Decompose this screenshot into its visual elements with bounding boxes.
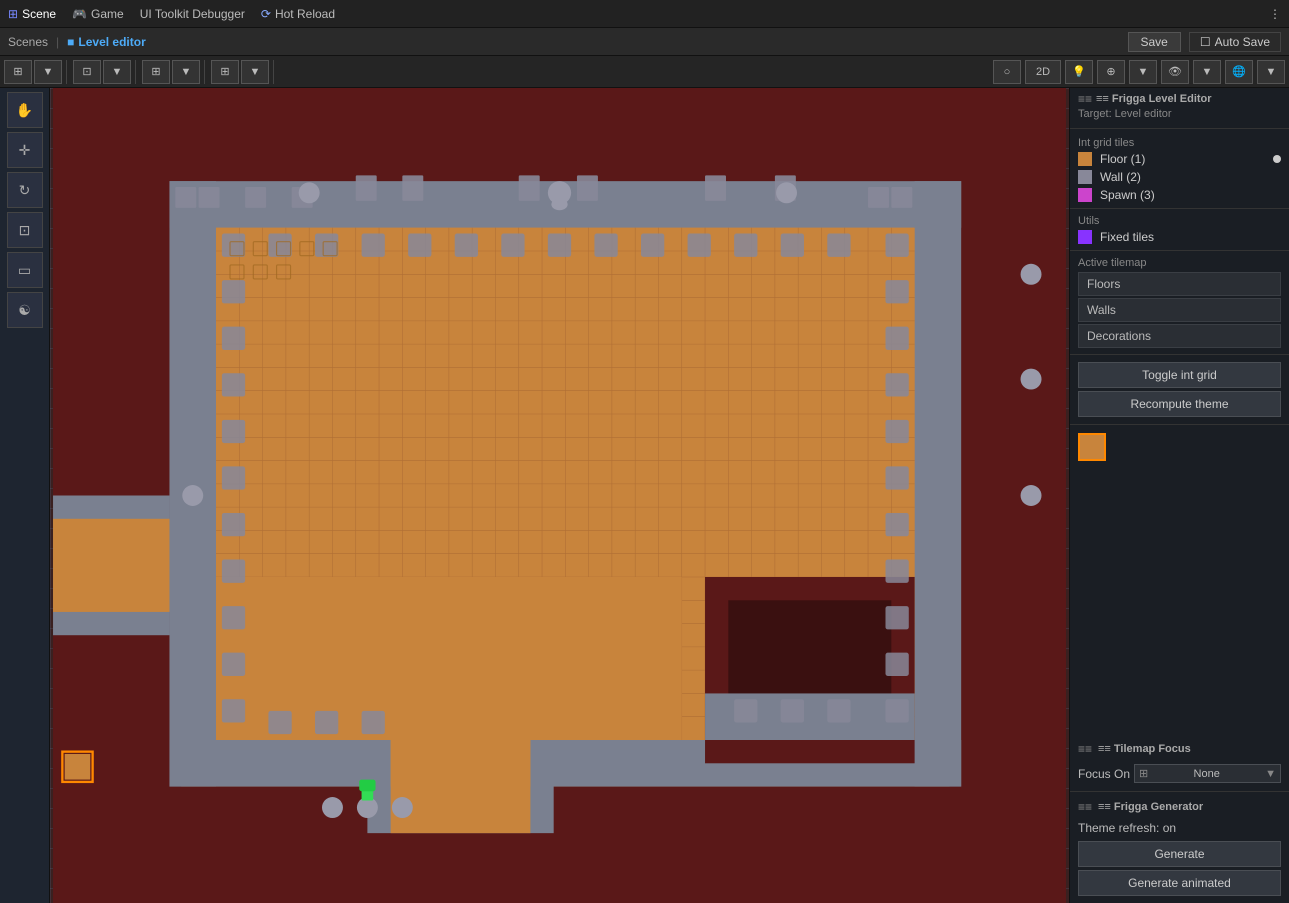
divider-1: [1070, 128, 1289, 129]
frigga-generator-header: ≡≡ ≡≡ Frigga Generator: [1070, 796, 1289, 818]
main-content: ✋ ✛ ↻ ⊡ ▭ ☯: [0, 88, 1289, 903]
menu-item-hot-reload[interactable]: ⟳ Hot Reload: [261, 7, 335, 21]
toolbar-btn-4[interactable]: ▼: [103, 60, 131, 84]
menu-item-game[interactable]: 🎮 Game: [72, 7, 124, 21]
tile-spawn[interactable]: Spawn (3): [1070, 186, 1289, 204]
focus-on-label: Focus On: [1078, 767, 1130, 781]
menu-item-more[interactable]: ⋮: [1269, 7, 1281, 21]
level-editor-icon: ■: [67, 35, 74, 49]
recompute-theme-btn[interactable]: Recompute theme: [1078, 391, 1281, 417]
fixed-tiles-label: Fixed tiles: [1100, 230, 1154, 244]
tool-rotate[interactable]: ↻: [7, 172, 43, 208]
autosave-button[interactable]: ☐ Auto Save: [1189, 32, 1281, 52]
focus-on-row: Focus On ⊞ None ▼: [1070, 760, 1289, 787]
active-tile-indicator: [1273, 155, 1281, 163]
toolbar-group-1: ⊞ ▼: [4, 60, 67, 84]
menu-item-ui-toolkit[interactable]: UI Toolkit Debugger: [140, 7, 245, 21]
toolbar-btn-7[interactable]: ⊞: [211, 60, 239, 84]
toolbar: ⊞ ▼ ⊡ ▼ ⊞ ▼ ⊞ ▼ ○ 2D 💡 ⊕ ▼ 👁 ▼ 🌐 ▼: [0, 56, 1289, 88]
active-tilemap-label: Active tilemap: [1070, 255, 1289, 270]
tilemap-focus-header: ≡≡ ≡≡ Tilemap Focus: [1070, 738, 1289, 760]
toolbar-btn-1[interactable]: ⊞: [4, 60, 32, 84]
generator-panel-icon: ≡≡: [1078, 800, 1092, 814]
panel-icon: ≡≡: [1078, 92, 1092, 106]
dungeon-map[interactable]: [50, 88, 1069, 903]
toolbar-btn-3[interactable]: ⊡: [73, 60, 101, 84]
selected-tile-preview-area: [1070, 425, 1289, 485]
toolbar-btn-2[interactable]: ▼: [34, 60, 62, 84]
toolbar-target-btn[interactable]: ⊕: [1097, 60, 1125, 84]
frigga-title: ≡≡ ≡≡ Frigga Level Editor: [1078, 92, 1281, 106]
toolbar-circle-btn[interactable]: ○: [993, 60, 1021, 84]
toolbar-eye-btn[interactable]: 👁: [1161, 60, 1189, 84]
toolbar-group-4: ⊞ ▼: [211, 60, 274, 84]
viewport[interactable]: ↖: [50, 88, 1069, 903]
panel-spacer: [1070, 485, 1289, 734]
focus-dropdown[interactable]: ⊞ None ▼: [1134, 764, 1281, 783]
tool-rect[interactable]: ▭: [7, 252, 43, 288]
toolbar-layers-btn[interactable]: ▼: [1129, 60, 1157, 84]
focus-panel-icon: ≡≡: [1078, 742, 1092, 756]
tilemap-floors-btn[interactable]: Floors: [1078, 272, 1281, 296]
selected-tile-preview: [1078, 433, 1106, 461]
level-editor-breadcrumb: ■ Level editor: [67, 35, 146, 49]
toolbar-globe-down-btn[interactable]: ▼: [1257, 60, 1285, 84]
toolbar-view-btn[interactable]: ▼: [1193, 60, 1221, 84]
left-tools-panel: ✋ ✛ ↻ ⊡ ▭ ☯: [0, 88, 50, 903]
spawn-label: Spawn (3): [1100, 188, 1281, 202]
tile-floor[interactable]: Floor (1): [1070, 150, 1289, 168]
fixed-tiles-swatch: [1078, 230, 1092, 244]
menu-item-scene[interactable]: ⊞ Scene: [8, 7, 56, 21]
utils-section: Utils Fixed tiles: [1070, 209, 1289, 251]
chevron-down-icon: ▼: [1265, 768, 1276, 780]
toolbar-group-2: ⊡ ▼: [73, 60, 136, 84]
toolbar-btn-5[interactable]: ⊞: [142, 60, 170, 84]
frigga-editor-header: ≡≡ ≡≡ Frigga Level Editor Target: Level …: [1070, 88, 1289, 126]
tool-hand[interactable]: ✋: [7, 92, 43, 128]
breadcrumb-sep: |: [56, 35, 59, 49]
right-panel: ≡≡ ≡≡ Frigga Level Editor Target: Level …: [1069, 88, 1289, 903]
more-icon: ⋮: [1269, 7, 1281, 21]
frigga-generator-section: ≡≡ ≡≡ Frigga Generator Theme refresh: on…: [1070, 792, 1289, 903]
tool-move[interactable]: ✛: [7, 132, 43, 168]
toolbar-right: ○ 2D 💡 ⊕ ▼ 👁 ▼ 🌐 ▼: [993, 60, 1285, 84]
tool-custom[interactable]: ☯: [7, 292, 43, 328]
toolbar-2d-btn[interactable]: 2D: [1025, 60, 1061, 84]
toolbar-light-btn[interactable]: 💡: [1065, 60, 1093, 84]
tilemap-decorations-btn[interactable]: Decorations: [1078, 324, 1281, 348]
fixed-tiles-item[interactable]: Fixed tiles: [1070, 228, 1289, 246]
floor-color-swatch: [1078, 152, 1092, 166]
theme-refresh-row: Theme refresh: on: [1070, 818, 1289, 838]
action-buttons-section: Toggle int grid Recompute theme: [1070, 355, 1289, 425]
toolbar-group-3: ⊞ ▼: [142, 60, 205, 84]
save-button[interactable]: Save: [1128, 32, 1181, 52]
toolbar-btn-6[interactable]: ▼: [172, 60, 200, 84]
breadcrumb-bar: Scenes | ■ Level editor Save ☐ Auto Save: [0, 28, 1289, 56]
spawn-color-swatch: [1078, 188, 1092, 202]
reload-icon: ⟳: [261, 7, 271, 21]
generate-btn[interactable]: Generate: [1078, 841, 1281, 867]
tilemap-focus-section: ≡≡ ≡≡ Tilemap Focus Focus On ⊞ None ▼: [1070, 734, 1289, 792]
tile-wall[interactable]: Wall (2): [1070, 168, 1289, 186]
scenes-link[interactable]: Scenes: [8, 35, 48, 49]
wall-color-swatch: [1078, 170, 1092, 184]
int-grid-tiles-section: Int grid tiles Floor (1) Wall (2) Spawn …: [1070, 131, 1289, 209]
scene-grid-icon: ⊞: [8, 7, 18, 21]
tilemap-walls-btn[interactable]: Walls: [1078, 298, 1281, 322]
int-grid-label: Int grid tiles: [1070, 135, 1289, 150]
toolbar-btn-8[interactable]: ▼: [241, 60, 269, 84]
toggle-int-grid-btn[interactable]: Toggle int grid: [1078, 362, 1281, 388]
floor-label: Floor (1): [1100, 152, 1273, 166]
active-tilemap-section: Active tilemap Floors Walls Decorations: [1070, 251, 1289, 355]
generate-animated-btn[interactable]: Generate animated: [1078, 870, 1281, 896]
frigga-target: Target: Level editor: [1078, 106, 1281, 122]
tool-scale[interactable]: ⊡: [7, 212, 43, 248]
focus-grid-icon: ⊞: [1139, 767, 1148, 780]
toolbar-globe-btn[interactable]: 🌐: [1225, 60, 1253, 84]
utils-label: Utils: [1070, 213, 1289, 228]
game-icon: 🎮: [72, 7, 87, 21]
checkbox-icon: ☐: [1200, 35, 1211, 49]
menu-bar: ⊞ Scene 🎮 Game UI Toolkit Debugger ⟳ Hot…: [0, 0, 1289, 28]
wall-label: Wall (2): [1100, 170, 1281, 184]
